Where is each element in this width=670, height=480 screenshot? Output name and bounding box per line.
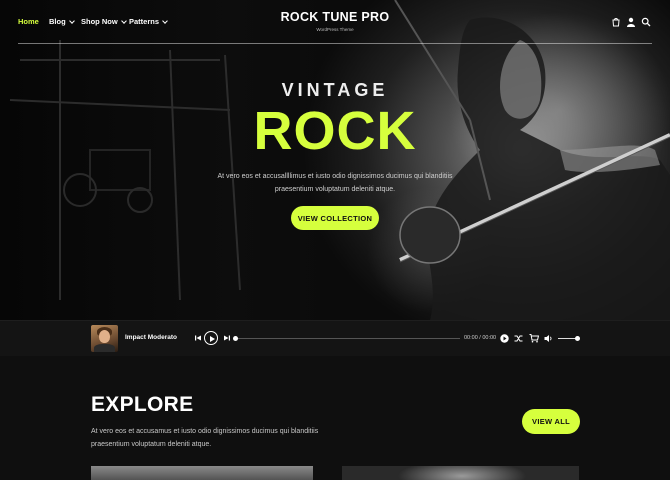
progress-handle[interactable]: [233, 335, 238, 341]
track-thumbnail: [91, 325, 118, 352]
track-title: Impact Moderato: [125, 334, 178, 341]
hero-description: At vero eos et accusallllimus et iusto o…: [217, 173, 453, 193]
view-collection-button[interactable]: VIEW COLLECTION: [291, 206, 379, 230]
view-all-button[interactable]: VIEW ALL: [522, 409, 580, 434]
explore-card-image[interactable]: [342, 466, 579, 480]
site-brand[interactable]: ROCK TUNE PRO WordPress Theme: [0, 10, 670, 32]
cart-icon[interactable]: [611, 17, 621, 27]
explore-heading: EXPLORE: [91, 393, 194, 416]
header-divider: [18, 43, 652, 44]
skip-back-icon[interactable]: [194, 334, 202, 342]
hero-kicker: VINTAGE: [281, 80, 389, 100]
play-small-icon[interactable]: [500, 334, 509, 343]
volume-handle[interactable]: [575, 335, 580, 341]
explore-description: At vero eos et accusamus et iusto odio d…: [91, 428, 319, 448]
cart-add-icon[interactable]: [529, 333, 539, 343]
progress-track[interactable]: [235, 337, 460, 339]
site-title: ROCK TUNE PRO: [280, 10, 390, 24]
shuffle-icon[interactable]: [514, 334, 523, 343]
user-icon[interactable]: [626, 17, 636, 27]
time-display: 00:00 / 00:00: [464, 335, 497, 341]
search-icon[interactable]: [641, 17, 651, 27]
hero-headline: ROCK: [253, 101, 417, 161]
explore-card-image[interactable]: [91, 466, 313, 480]
top-navigation: Home Blog Shop Now Patterns ROCK TUNE PR…: [0, 0, 670, 45]
volume-icon[interactable]: [544, 334, 553, 343]
play-icon[interactable]: [204, 331, 218, 345]
view-all-label: VIEW ALL: [532, 417, 570, 426]
view-collection-label: VIEW COLLECTION: [297, 213, 373, 223]
site-tagline: WordPress Theme: [316, 27, 354, 32]
skip-forward-icon[interactable]: [223, 334, 231, 342]
